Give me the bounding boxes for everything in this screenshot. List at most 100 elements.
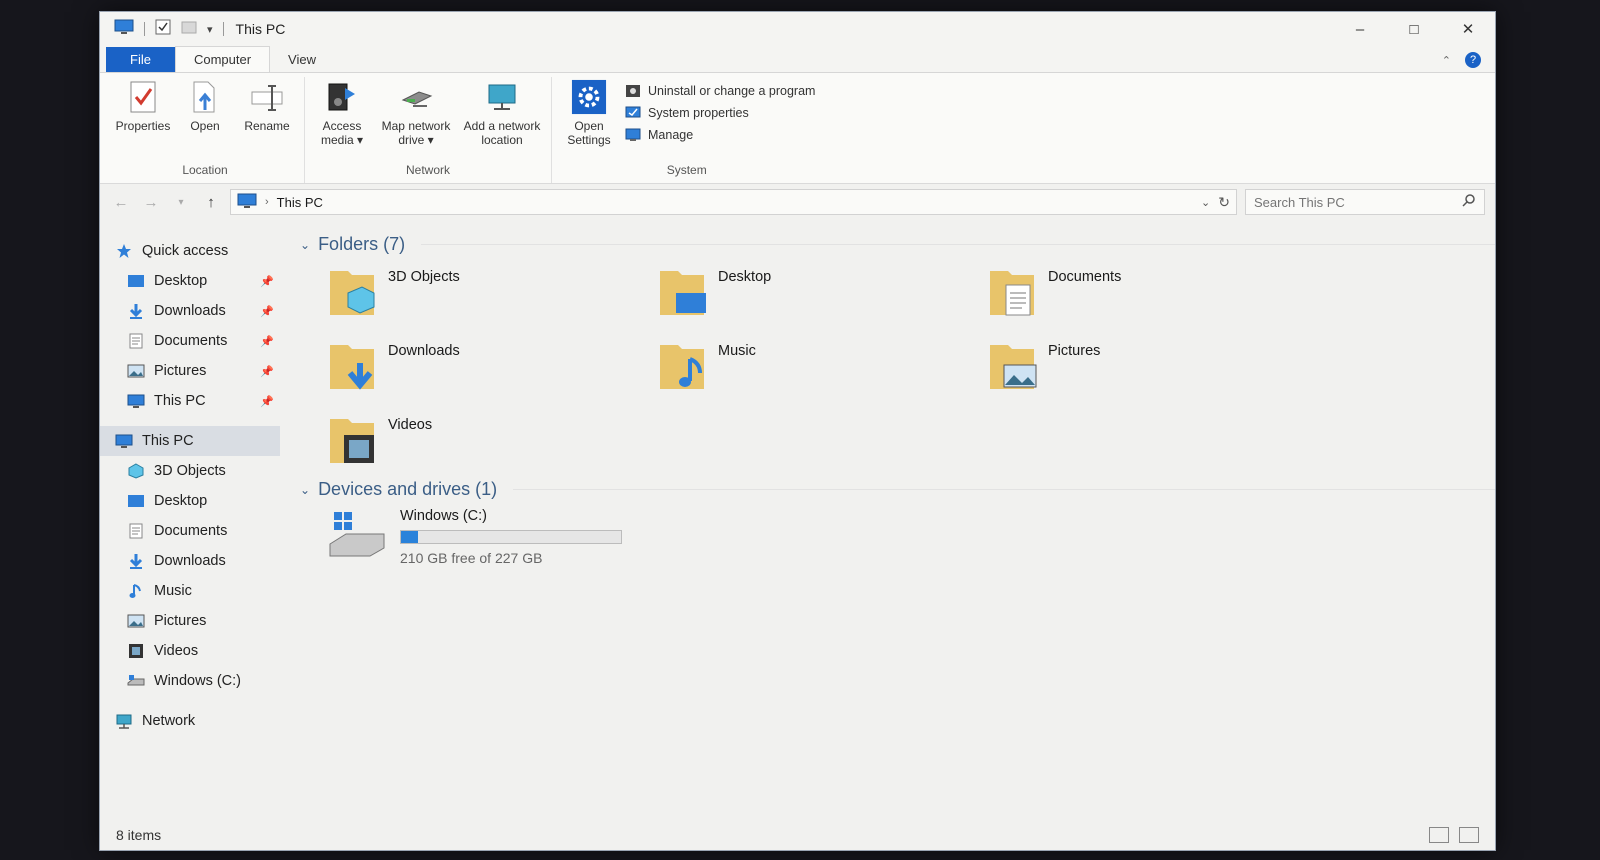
manage-button[interactable]: Manage bbox=[624, 127, 815, 143]
up-arrow-icon[interactable]: ↑ bbox=[200, 194, 222, 211]
nav-qa-pictures[interactable]: Pictures 📌 bbox=[100, 356, 280, 386]
breadcrumb[interactable]: This PC bbox=[277, 195, 323, 210]
nav-label: Desktop bbox=[154, 493, 208, 509]
nav-label: Downloads bbox=[154, 303, 226, 319]
close-button[interactable]: ✕ bbox=[1441, 12, 1495, 46]
nav-label: Network bbox=[142, 713, 196, 729]
nav-qa-this-pc[interactable]: This PC 📌 bbox=[100, 386, 280, 416]
nav-this-pc[interactable]: This PC bbox=[100, 426, 280, 456]
nav-windows-c[interactable]: Windows (C:) bbox=[100, 666, 280, 696]
address-dropdown-icon[interactable]: ⌄ bbox=[1201, 196, 1210, 209]
computer-icon bbox=[114, 19, 134, 40]
forward-arrow-icon[interactable]: → bbox=[140, 194, 162, 211]
documents-folder-icon bbox=[986, 263, 1038, 324]
maximize-button[interactable]: □ bbox=[1387, 12, 1441, 46]
map-network-drive-button[interactable]: Map network drive ▾ bbox=[373, 77, 459, 163]
nav-desktop[interactable]: Desktop bbox=[100, 486, 280, 516]
system-commands: Uninstall or change a program System pro… bbox=[620, 77, 815, 163]
folder-desktop[interactable]: Desktop bbox=[656, 263, 986, 323]
pin-icon[interactable]: 📌 bbox=[260, 365, 274, 378]
system-properties-button[interactable]: System properties bbox=[624, 105, 815, 121]
nav-downloads[interactable]: Downloads bbox=[100, 546, 280, 576]
desktop-icon bbox=[126, 273, 146, 289]
properties-label: Properties bbox=[115, 119, 171, 133]
folder-label: Documents bbox=[1048, 269, 1122, 285]
address-bar[interactable]: › This PC ⌄ ↻ bbox=[230, 189, 1237, 215]
nav-label: Documents bbox=[154, 523, 228, 539]
search-input[interactable] bbox=[1254, 194, 1462, 210]
pin-icon[interactable]: 📌 bbox=[260, 395, 274, 408]
minimize-button[interactable]: – bbox=[1333, 12, 1387, 46]
uninstall-program-button[interactable]: Uninstall or change a program bbox=[624, 83, 815, 99]
search-box[interactable] bbox=[1245, 189, 1485, 215]
access-media-icon bbox=[324, 79, 360, 115]
nav-3d-objects[interactable]: 3D Objects bbox=[100, 456, 280, 486]
desktop-icon bbox=[126, 493, 146, 509]
view-buttons bbox=[1429, 827, 1479, 843]
drive-name: Windows (C:) bbox=[400, 508, 488, 524]
folder-music[interactable]: Music bbox=[656, 337, 986, 397]
folder-videos[interactable]: Videos bbox=[326, 411, 656, 471]
desktop-folder-icon bbox=[656, 263, 708, 324]
nav-documents[interactable]: Documents bbox=[100, 516, 280, 546]
drives-section-header[interactable]: ⌄ Devices and drives (1) bbox=[300, 479, 1495, 500]
nav-qa-downloads[interactable]: Downloads 📌 bbox=[100, 296, 280, 326]
pictures-folder-icon bbox=[986, 337, 1038, 398]
section-title: Folders (7) bbox=[318, 234, 406, 254]
tab-view[interactable]: View bbox=[270, 47, 334, 72]
open-label: Open bbox=[190, 119, 220, 133]
open-settings-button[interactable]: Open Settings bbox=[558, 77, 620, 163]
large-icons-view-icon[interactable] bbox=[1459, 827, 1479, 843]
drive-windows-c[interactable]: Windows (C:) 210 GB free of 227 GB bbox=[300, 508, 1495, 566]
refresh-icon[interactable]: ↻ bbox=[1218, 194, 1230, 211]
collapse-ribbon-icon[interactable]: ⌃ bbox=[1442, 54, 1451, 67]
map-network-drive-icon bbox=[398, 79, 434, 115]
nav-label: Desktop bbox=[154, 273, 208, 289]
folder-downloads[interactable]: Downloads bbox=[326, 337, 656, 397]
folder-label: Desktop bbox=[718, 269, 772, 285]
nav-quick-access[interactable]: Quick access bbox=[100, 236, 280, 266]
folder-3d-objects[interactable]: 3D Objects bbox=[326, 263, 656, 323]
details-view-icon[interactable] bbox=[1429, 827, 1449, 843]
pin-icon[interactable]: 📌 bbox=[260, 305, 274, 318]
navigation-pane: Quick access Desktop 📌 Downloads 📌 Docum… bbox=[100, 220, 280, 780]
pictures-icon bbox=[126, 363, 146, 379]
drive-usage-fill bbox=[401, 531, 418, 543]
window-controls: – □ ✕ bbox=[1333, 12, 1495, 46]
access-media-button[interactable]: Access media ▾ bbox=[311, 77, 373, 163]
nav-qa-documents[interactable]: Documents 📌 bbox=[100, 326, 280, 356]
tab-file[interactable]: File bbox=[106, 47, 175, 72]
tab-computer[interactable]: Computer bbox=[174, 46, 271, 72]
nav-videos[interactable]: Videos bbox=[100, 636, 280, 666]
folder-label: 3D Objects bbox=[388, 269, 460, 285]
properties-checkbox-icon[interactable] bbox=[155, 19, 171, 40]
folder-pictures[interactable]: Pictures bbox=[986, 337, 1316, 397]
pin-icon[interactable]: 📌 bbox=[260, 335, 274, 348]
explorer-window: ▾ This PC – □ ✕ File Computer View ⌃ ? P… bbox=[100, 12, 1495, 850]
open-button[interactable]: Open bbox=[174, 77, 236, 163]
manage-icon bbox=[624, 127, 642, 143]
folder-documents[interactable]: Documents bbox=[986, 263, 1316, 323]
ribbon-group-location: Properties Open Rename Location bbox=[106, 77, 305, 183]
folders-section-header[interactable]: ⌄ Folders (7) bbox=[300, 234, 1495, 255]
nav-label: Documents bbox=[154, 333, 228, 349]
download-arrow-icon bbox=[126, 553, 146, 569]
nav-music[interactable]: Music bbox=[100, 576, 280, 606]
drive-free-space: 210 GB free of 227 GB bbox=[400, 550, 543, 566]
search-icon[interactable] bbox=[1462, 193, 1476, 212]
rename-button[interactable]: Rename bbox=[236, 77, 298, 163]
ribbon-tabs: File Computer View ⌃ ? bbox=[100, 46, 1495, 72]
pin-icon[interactable]: 📌 bbox=[260, 275, 274, 288]
chevron-down-icon[interactable]: ▾ bbox=[207, 23, 213, 36]
nav-qa-desktop[interactable]: Desktop 📌 bbox=[100, 266, 280, 296]
back-arrow-icon[interactable]: ← bbox=[110, 194, 132, 211]
section-title: Devices and drives (1) bbox=[318, 479, 498, 499]
properties-button[interactable]: Properties bbox=[112, 77, 174, 163]
new-folder-icon[interactable] bbox=[181, 19, 197, 40]
help-icon[interactable]: ? bbox=[1465, 52, 1481, 68]
nav-network[interactable]: Network bbox=[100, 706, 280, 736]
add-network-location-button[interactable]: Add a network location bbox=[459, 77, 545, 163]
nav-pictures[interactable]: Pictures bbox=[100, 606, 280, 636]
recent-locations-chevron-icon[interactable]: ▾ bbox=[170, 197, 192, 208]
manage-label: Manage bbox=[648, 128, 694, 142]
